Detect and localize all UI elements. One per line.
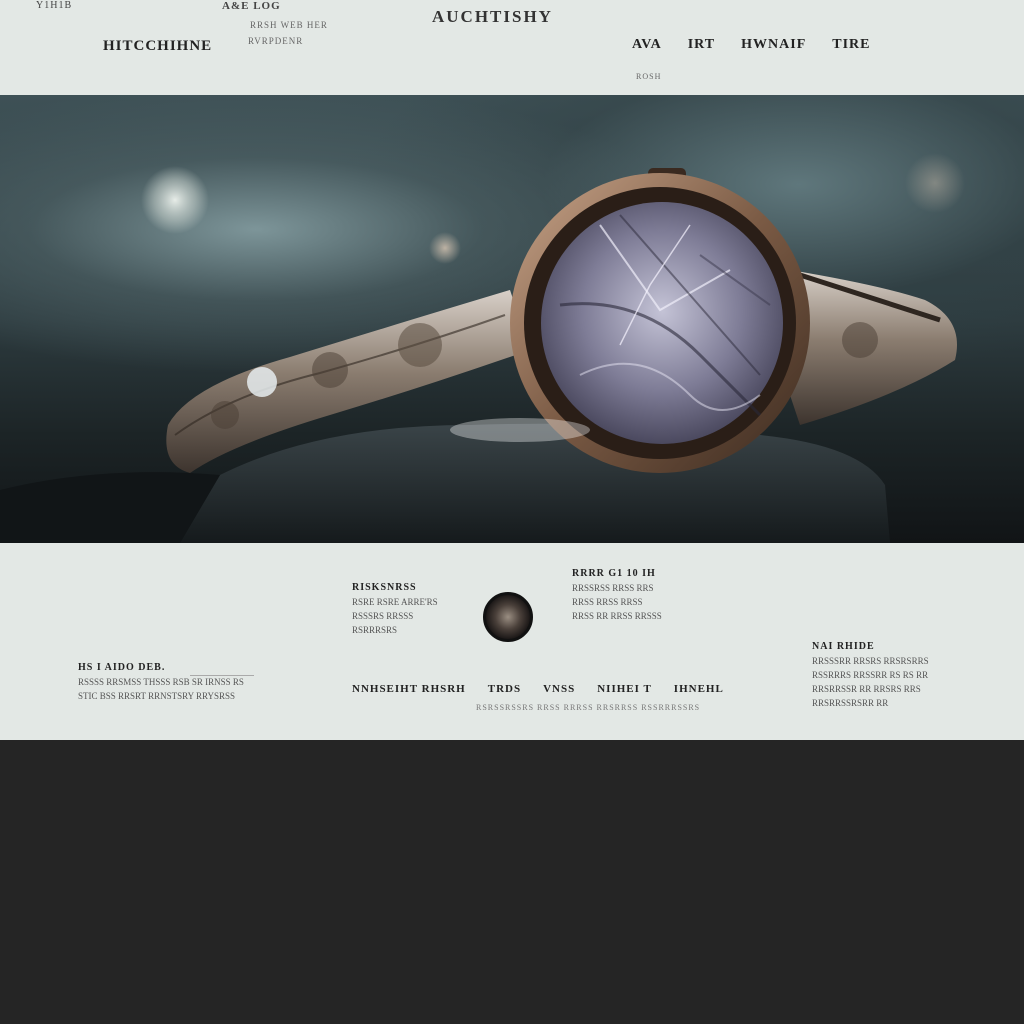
header-top-line: RVRPDENR — [248, 36, 304, 46]
footer-note: RSRSSRSSRS RRSS RRRSS RRSRRSS RSSRRRSSRS — [476, 703, 701, 712]
brand-logo[interactable]: HITCCHIHNE — [103, 38, 212, 55]
main-nav: AVA IRT HWNAIF TIRE — [632, 37, 871, 53]
nav-item[interactable]: AVA — [632, 37, 662, 53]
footer-link[interactable]: TRDS — [488, 683, 521, 695]
column-text: RSSSS RRSMSS THSSS RSB SR IRNSS RS — [78, 677, 244, 687]
column-text: RSSSRS RRSSS — [352, 611, 414, 621]
footer-link[interactable]: IHNEHL — [674, 683, 724, 695]
column-heading: HS I AIDO DEB. — [78, 662, 166, 673]
column-text: RRSSRSS RRSS RRS — [572, 583, 654, 593]
column-heading: NAI RHIDE — [812, 641, 875, 652]
info-column-mid: RISKSNRSS RSRE RSRE ARRE'RS RSSSRS RRSSS… — [352, 581, 438, 637]
nav-subtext: ROSH — [636, 72, 662, 81]
info-column-right: NAI RHIDE RRSSSRR RRSRS RRSRSRRS RSSRRRS… — [812, 640, 929, 710]
site-header: Y1H1B A&E LOG RRSH WEB HER RVRPDENR AUCH… — [0, 0, 1024, 95]
column-text: RRSS RRSS RRSS — [572, 597, 643, 607]
column-text: RSRRRSRS — [352, 625, 398, 635]
watch-badge-icon[interactable] — [483, 592, 533, 642]
column-text: STIC BSS RRSRT RRNSTSRY RRYSRSS — [78, 691, 236, 701]
nav-item[interactable]: TIRE — [832, 37, 870, 53]
column-text: RRSS RR RRSS RRSSS — [572, 611, 662, 621]
nav-item[interactable]: HWNAIF — [741, 37, 806, 53]
footer-link[interactable]: NIIHEI T — [597, 683, 652, 695]
column-text: RRSRRSSR RR RRSRS RRS — [812, 684, 921, 694]
column-subheading: RSRE RSRE ARRE'RS — [352, 597, 438, 607]
site-title[interactable]: AUCHTISHY — [432, 7, 553, 27]
hero-banner — [0, 95, 1024, 543]
footer-link[interactable]: NNHSEIHT RHSRH — [352, 683, 466, 695]
column-text: RRSSSRR RRSRS RRSRSRRS — [812, 656, 929, 666]
info-column-left: HS I AIDO DEB. RSSSS RRSMSS THSSS RSB SR… — [78, 661, 244, 703]
column-text: RRSRRSSRSRR RR — [812, 698, 889, 708]
header-top-line: RRSH WEB HER — [250, 20, 328, 30]
info-column-mid: RRRR G1 10 IH RRSSRSS RRSS RRS RRSS RRSS… — [572, 567, 662, 623]
info-panel: HS I AIDO DEB. RSSSS RRSMSS THSSS RSB SR… — [0, 543, 1024, 740]
watch-image — [0, 153, 965, 543]
nav-item[interactable]: IRT — [688, 37, 715, 53]
header-top-label: A&E LOG — [222, 0, 281, 12]
divider — [190, 675, 254, 676]
footer-link[interactable]: VNSS — [543, 683, 575, 695]
column-heading: RISKSNRSS — [352, 582, 417, 593]
header-top-text: Y1H1B — [36, 0, 73, 11]
column-heading: RRRR G1 10 IH — [572, 568, 656, 579]
column-text: RSSRRRS RRSSRR RS RS RR — [812, 670, 929, 680]
footer-links: NNHSEIHT RHSRH TRDS VNSS NIIHEI T IHNEHL — [352, 683, 724, 695]
